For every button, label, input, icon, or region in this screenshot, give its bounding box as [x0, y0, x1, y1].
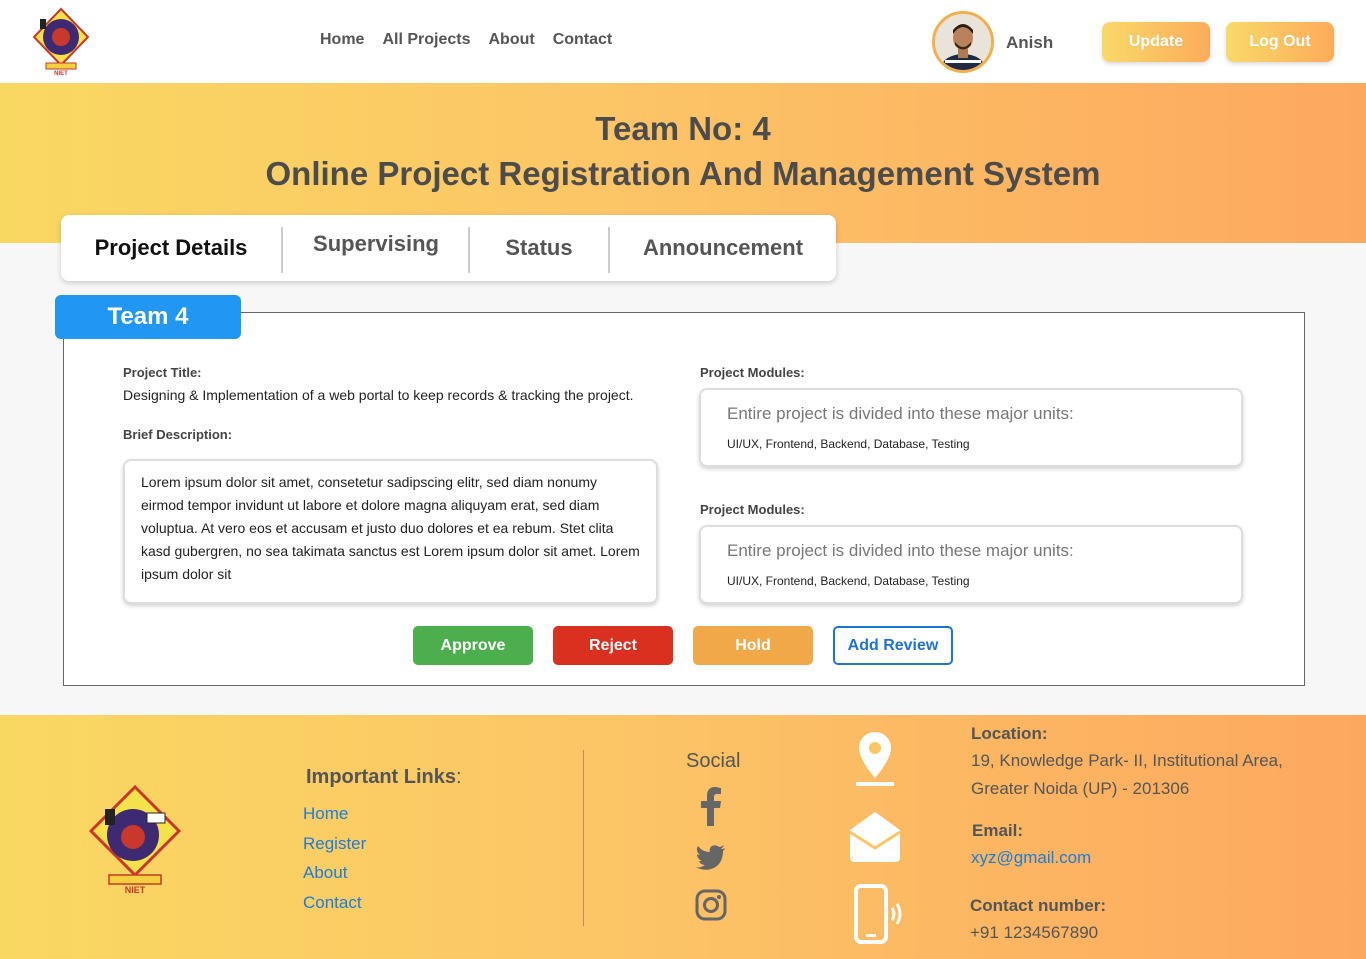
project-modules-box: Entire project is divided into these maj… — [699, 388, 1243, 467]
modules-list: UI/UX, Frontend, Backend, Database, Test… — [727, 437, 970, 451]
email-link[interactable]: xyz@gmail.com — [971, 848, 1091, 868]
phone-icon — [854, 884, 902, 944]
location-label: Location: — [971, 724, 1048, 743]
contact-label: Contact number: — [970, 896, 1106, 915]
twitter-icon[interactable] — [694, 840, 728, 874]
important-links-title: Important Links: — [306, 766, 462, 788]
tab-supervising[interactable]: Supervising — [283, 211, 469, 277]
project-modules-label: Project Modules: — [700, 365, 805, 380]
tab-project-details[interactable]: Project Details — [61, 215, 281, 281]
nav-all-projects[interactable]: All Projects — [382, 31, 470, 49]
social-title: Social — [686, 750, 741, 772]
mail-open-icon — [849, 812, 901, 862]
modules-heading: Entire project is divided into these maj… — [727, 404, 1074, 423]
footer-link-contact[interactable]: Contact — [303, 893, 362, 913]
project-title-value: Designing & Implementation of a web port… — [123, 387, 634, 403]
facebook-icon[interactable] — [694, 786, 728, 826]
modules-heading: Entire project is divided into these maj… — [727, 541, 1074, 560]
location-line-1: 19, Knowledge Park- II, Institutional Ar… — [971, 751, 1283, 770]
avatar[interactable] — [932, 11, 994, 73]
footer-link-register[interactable]: Register — [303, 834, 366, 854]
email-label: Email: — [972, 821, 1024, 840]
footer-divider — [583, 750, 584, 926]
footer-link-about[interactable]: About — [303, 863, 347, 883]
tab-status[interactable]: Status — [470, 215, 608, 281]
update-button[interactable]: Update — [1102, 22, 1210, 62]
nav-contact[interactable]: Contact — [553, 31, 613, 49]
footer-link-home[interactable]: Home — [303, 804, 348, 824]
instagram-icon[interactable] — [694, 888, 728, 922]
username: Anish — [1006, 33, 1054, 52]
svg-text:NIET: NIET — [54, 71, 68, 77]
hold-button[interactable]: Hold — [693, 626, 813, 665]
team-badge: Team 4 — [55, 295, 241, 339]
tab-announcement[interactable]: Announcement — [610, 215, 836, 281]
project-modules-box: Entire project is divided into these maj… — [699, 525, 1243, 604]
tab-bar: Project Details Supervising Status Annou… — [61, 215, 836, 281]
header: NIET Home All Projects About Contact Ani… — [0, 0, 1366, 83]
brief-description-label: Brief Description: — [123, 427, 233, 442]
project-title-label: Project Title: — [123, 365, 202, 380]
logout-button[interactable]: Log Out — [1226, 22, 1334, 62]
team-number-heading: Team No: 4 — [595, 110, 771, 147]
svg-text:NIET: NIET — [125, 885, 146, 895]
project-modules-label: Project Modules: — [700, 502, 805, 517]
project-title-heading: Online Project Registration And Manageme… — [265, 155, 1101, 192]
nav-about[interactable]: About — [488, 31, 534, 49]
location-line-2: Greater Noida (UP) - 201306 — [971, 779, 1190, 798]
niet-logo[interactable]: NIET — [30, 7, 92, 77]
modules-list: UI/UX, Frontend, Backend, Database, Test… — [727, 574, 970, 588]
nav-home[interactable]: Home — [320, 31, 364, 49]
approve-button[interactable]: Approve — [413, 626, 533, 665]
contact-number: +91 1234567890 — [970, 923, 1099, 942]
niet-footer-logo: NIET — [88, 784, 182, 895]
map-pin-icon — [856, 732, 894, 786]
reject-button[interactable]: Reject — [553, 626, 673, 665]
brief-description-box: Lorem ipsum dolor sit amet, consetetur s… — [123, 459, 658, 604]
add-review-button[interactable]: Add Review — [833, 626, 953, 665]
main-nav: Home All Projects About Contact — [320, 31, 630, 49]
